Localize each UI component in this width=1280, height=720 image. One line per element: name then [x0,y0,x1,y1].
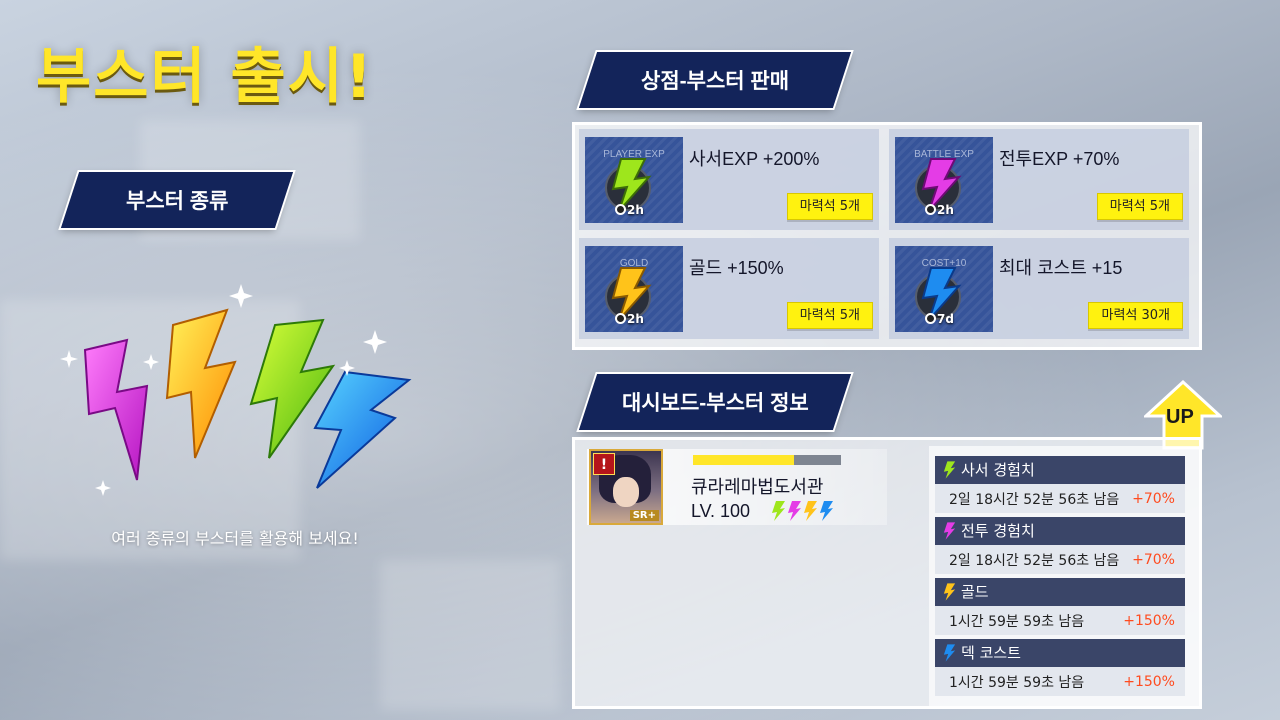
shop-item-player-exp[interactable]: PLAYER EXP 2h 사서EXP +200% 마력석 5개 [579,129,879,230]
active-boosters [771,501,834,521]
boost-bonus: +70% [1132,490,1175,507]
boost-name: 전투 경험치 [961,522,1035,540]
boost-remaining: 2일 18시간 52분 56초 남음 [949,552,1120,569]
green-bolt-icon [249,318,336,459]
boost-entry-gold: 골드 1시간 59분 59초 남음 +150% [935,578,1185,635]
boost-detail-row: 2일 18시간 52분 56초 남음 +70% [935,484,1185,513]
boost-detail-row: 1시간 59분 59초 남음 +150% [935,606,1185,635]
boost-name: 골드 [961,583,989,601]
purple-bolt-icon [788,501,801,521]
clock-icon [615,204,626,215]
up-label: UP [1166,406,1194,428]
alert-icon: ! [593,453,615,475]
booster-name: 전투EXP +70% [999,149,1120,169]
exp-progress-bar [693,455,841,465]
purple-bolt-icon [943,522,956,540]
dashboard-banner: 대시보드-부스터 정보 [578,374,852,430]
background-block [380,560,560,710]
boost-entry-deck-cost: 덱 코스트 1시간 59분 59초 남음 +150% [935,639,1185,696]
buy-button[interactable]: 마력석 5개 [1096,193,1183,220]
booster-name: 골드 +150% [689,258,784,278]
boost-name: 덱 코스트 [961,644,1021,662]
boost-name: 사서 경험치 [961,461,1035,479]
buy-button[interactable]: 마력석 5개 [786,302,873,329]
blue-bolt-icon [820,501,833,521]
booster-duration: 7d [937,312,954,326]
character-card[interactable]: ! SR+ 큐라레마법도서관 LV. 100 [587,449,887,525]
banner-label: 부스터 종류 [125,190,229,213]
booster-item-icon: COST+10 7d [895,246,993,332]
booster-name: 최대 코스트 +15 [999,258,1123,278]
booster-item-icon: GOLD 2h [585,246,683,332]
booster-item-icon: BATTLE EXP 2h [895,137,993,223]
clock-icon [615,313,626,324]
boost-remaining: 2일 18시간 52분 56초 남음 [949,491,1120,508]
shop-banner: 상점-부스터 판매 [578,52,852,108]
yellow-bolt-icon [165,308,237,459]
boost-detail-row: 1시간 59분 59초 남음 +150% [935,667,1185,696]
active-boost-list: 사서 경험치 2일 18시간 52분 56초 남음 +70% 전투 경험치 2일… [929,446,1201,706]
boost-remaining: 1시간 59분 59초 남음 [949,674,1085,691]
shop-item-gold[interactable]: GOLD 2h 골드 +150% 마력석 5개 [579,238,879,339]
dashboard-panel: ! SR+ 큐라레마법도서관 LV. 100 사서 경험치 2일 18시간 52… [572,437,1202,709]
shop-item-cost[interactable]: COST+10 7d 최대 코스트 +15 마력석 30개 [889,238,1189,339]
boost-header: 전투 경험치 [935,517,1185,545]
avatar-face [613,477,639,507]
rank-badge: SR+ [629,510,659,521]
buy-button[interactable]: 마력석 30개 [1088,302,1183,329]
boost-header: 덱 코스트 [935,639,1185,667]
banner-label: 대시보드-부스터 정보 [621,392,809,415]
booster-subtitle: 여러 종류의 부스터를 활용해 보세요! [111,529,359,548]
boost-header: 사서 경험치 [935,456,1185,484]
booster-duration: 2h [627,312,644,326]
booster-bolts-illustration [60,284,412,496]
purple-bolt-icon [83,338,149,481]
blue-bolt-icon [313,370,412,489]
boost-entry-player-exp: 사서 경험치 2일 18시간 52분 56초 남음 +70% [935,456,1185,513]
booster-duration: 2h [937,203,954,217]
buy-button[interactable]: 마력석 5개 [786,193,873,220]
character-name: 큐라레마법도서관 [691,477,824,497]
page-title: 부스터 출시! [36,42,375,112]
boost-bonus: +150% [1123,612,1175,629]
blue-bolt-icon [943,644,956,662]
shop-item-battle-exp[interactable]: BATTLE EXP 2h 전투EXP +70% 마력석 5개 [889,129,1189,230]
boost-detail-row: 2일 18시간 52분 56초 남음 +70% [935,545,1185,574]
booster-duration: 2h [627,203,644,217]
boost-bonus: +150% [1123,673,1175,690]
clock-icon [925,313,936,324]
yellow-bolt-icon [943,583,956,601]
exp-progress-fill [693,455,794,465]
shop-panel: PLAYER EXP 2h 사서EXP +200% 마력석 5개 BATTLE … [572,122,1202,350]
boost-bonus: +70% [1132,551,1175,568]
booster-item-icon: PLAYER EXP 2h [585,137,683,223]
green-bolt-icon [943,461,956,479]
banner-label: 상점-부스터 판매 [640,70,790,93]
green-bolt-icon [772,501,785,521]
yellow-bolt-icon [804,501,817,521]
avatar: ! SR+ [589,449,663,525]
clock-icon [925,204,936,215]
booster-types-banner: 부스터 종류 [60,172,294,228]
boost-header: 골드 [935,578,1185,606]
character-level: LV. 100 [691,501,751,521]
boost-entry-battle-exp: 전투 경험치 2일 18시간 52분 56초 남음 +70% [935,517,1185,574]
booster-name: 사서EXP +200% [689,149,820,169]
boost-remaining: 1시간 59분 59초 남음 [949,613,1085,630]
